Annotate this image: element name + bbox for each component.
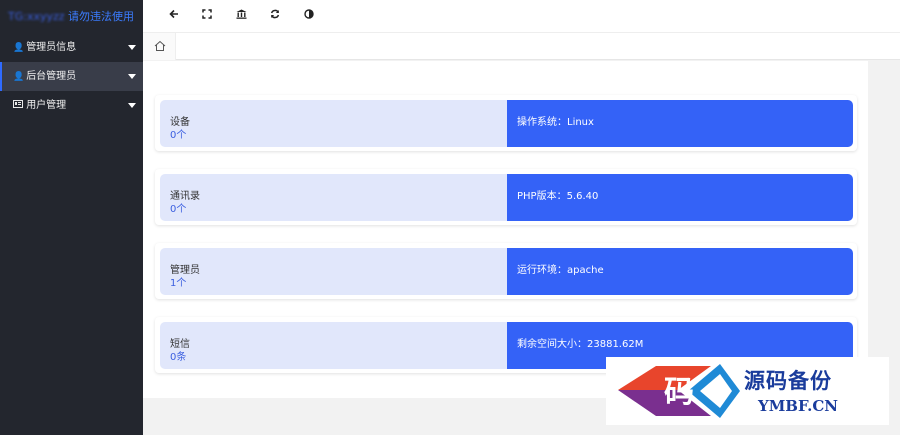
- system-info: PHP版本：5.6.40: [517, 191, 599, 202]
- stat-count: 0个: [170, 130, 187, 141]
- stat-card-right: PHP版本：5.6.40: [507, 174, 853, 221]
- stat-card-left: 设备 0个: [160, 100, 507, 147]
- brand-blurred-text: TG:xxyyzz: [8, 10, 65, 23]
- brand-logo[interactable]: TG:xxyyzz 请勿违法使用: [0, 0, 143, 33]
- bank-icon[interactable]: [234, 9, 248, 23]
- watermark: 码 源码备份 YMBF.CN: [606, 357, 889, 425]
- caret-down-icon: [128, 103, 136, 108]
- sidebar-item-admin-info[interactable]: 👤 管理员信息: [0, 33, 143, 62]
- stat-count: 0个: [170, 204, 187, 215]
- dashboard-content: 设备 0个 操作系统：Linux 通讯录 0个 PHP版本：5.6.40 管理员…: [143, 61, 868, 398]
- top-toolbar: [143, 0, 900, 33]
- id-card-icon: [13, 92, 23, 121]
- caret-down-icon: [128, 45, 136, 50]
- caret-down-icon: [128, 74, 136, 79]
- stat-card-right: 操作系统：Linux: [507, 100, 853, 147]
- stat-card-left: 通讯录 0个: [160, 174, 507, 221]
- stat-card-devices: 设备 0个 操作系统：Linux: [155, 95, 857, 151]
- user-icon: 👤: [13, 72, 25, 82]
- sidebar-item-backend-admin[interactable]: 👤 后台管理员: [0, 62, 143, 91]
- stat-card-contacts: 通讯录 0个 PHP版本：5.6.40: [155, 169, 857, 225]
- theme-icon[interactable]: [302, 9, 316, 23]
- stat-count: 1个: [170, 278, 187, 289]
- fullscreen-icon[interactable]: [200, 9, 214, 23]
- sidebar-item-user-management[interactable]: 用户管理: [0, 91, 143, 120]
- watermark-title: 源码备份: [744, 368, 832, 393]
- tab-home[interactable]: [143, 33, 176, 60]
- sidebar-item-label: 管理员信息: [26, 42, 77, 53]
- back-arrow-icon[interactable]: [167, 9, 181, 23]
- sidebar: TG:xxyyzz 请勿违法使用 👤 管理员信息 👤 后台管理员 用户管理: [0, 0, 143, 435]
- sidebar-item-label: 用户管理: [26, 100, 67, 111]
- watermark-glyph: 码: [664, 375, 694, 410]
- stat-card-left: 管理员 1个: [160, 248, 507, 295]
- home-icon: [154, 40, 166, 51]
- system-info: 剩余空间大小：23881.62M: [517, 339, 644, 350]
- refresh-icon[interactable]: [268, 9, 282, 23]
- brand-title: 请勿违法使用: [68, 10, 135, 23]
- tab-bar: [143, 33, 900, 60]
- system-info: 操作系统：Linux: [517, 117, 594, 128]
- stat-card-right: 运行环境：apache: [507, 248, 853, 295]
- stat-card-admins: 管理员 1个 运行环境：apache: [155, 243, 857, 299]
- user-icon: 👤: [13, 43, 25, 53]
- watermark-url: YMBF.CN: [758, 397, 839, 415]
- stat-card-left: 短信 0条: [160, 322, 507, 369]
- stat-count: 0条: [170, 352, 187, 363]
- sidebar-item-label: 后台管理员: [26, 71, 77, 82]
- system-info: 运行环境：apache: [517, 265, 604, 276]
- watermark-logo-icon: 码: [618, 364, 740, 418]
